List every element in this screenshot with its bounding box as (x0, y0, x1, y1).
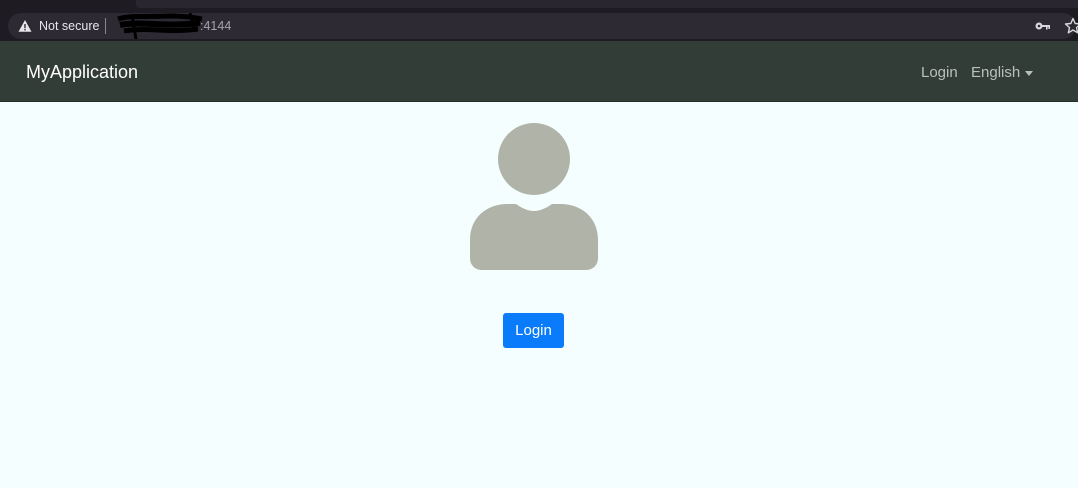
user-icon (470, 123, 598, 270)
browser-tabstrip (0, 0, 1078, 11)
omnibox-separator (105, 18, 106, 34)
warning-icon[interactable] (18, 19, 32, 33)
language-dropdown[interactable]: English (971, 64, 1020, 82)
security-status-label[interactable]: Not secure (39, 19, 99, 33)
url-text[interactable]: :4144 (200, 19, 231, 33)
app-navbar: MyApplication Login English (0, 41, 1078, 102)
browser-address-bar: Not secure :4144 (0, 11, 1078, 41)
login-button[interactable]: Login (503, 313, 564, 348)
nav-login-link[interactable]: Login (921, 64, 958, 82)
browser-tab-edge (136, 0, 1078, 8)
omnibox[interactable]: Not secure :4144 (8, 13, 1078, 39)
bookmark-star-icon[interactable] (1064, 17, 1078, 35)
navbar-brand[interactable]: MyApplication (26, 61, 138, 83)
redaction-scribble-icon (117, 13, 203, 39)
key-icon[interactable] (1035, 20, 1051, 32)
chevron-down-icon[interactable] (1025, 71, 1033, 76)
